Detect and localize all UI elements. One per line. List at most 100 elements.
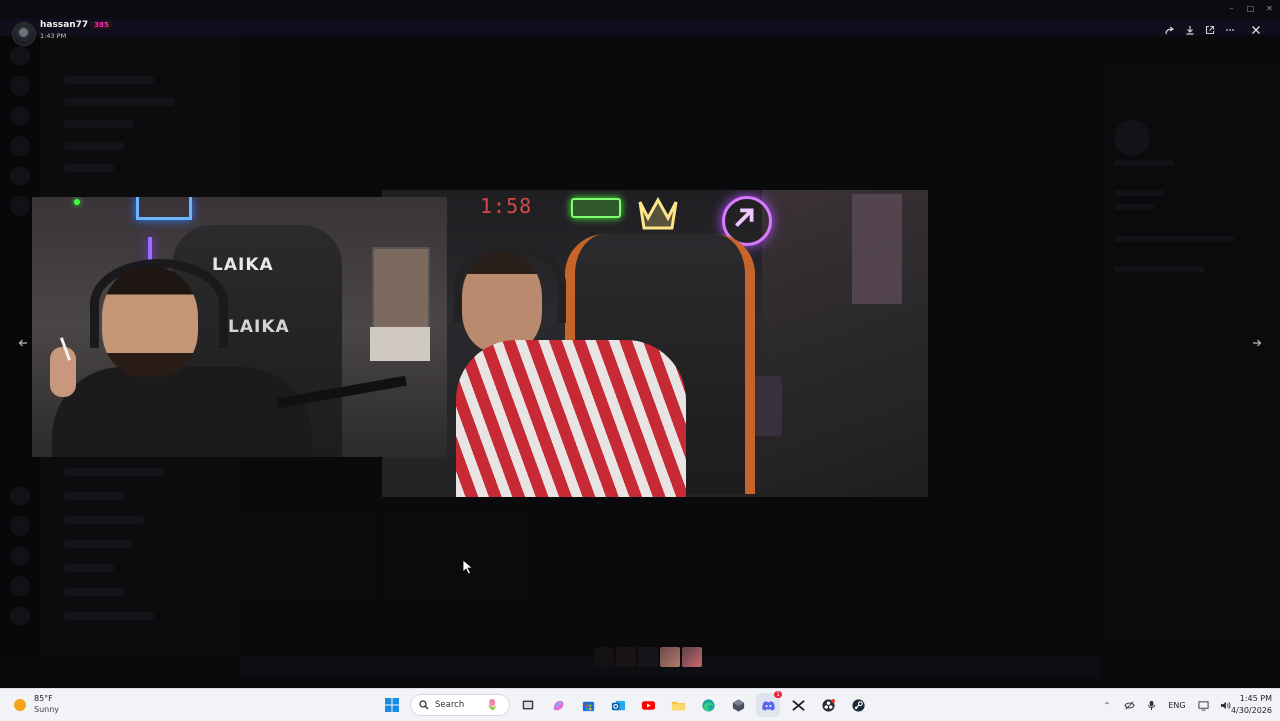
microphone-icon[interactable] xyxy=(1140,695,1162,715)
neon-crown-icon xyxy=(638,196,678,230)
search-label: Search xyxy=(435,700,465,710)
system-tray: ⌃ ENG xyxy=(1096,689,1236,721)
message-timestamp: 1:43 PM xyxy=(40,32,67,40)
taskbar-search[interactable]: Search 🌷 xyxy=(410,694,510,716)
background-attachment xyxy=(386,510,526,602)
arrow-up-right-icon xyxy=(735,208,754,227)
sun-icon xyxy=(14,699,26,711)
minimize-icon[interactable]: – xyxy=(1222,2,1241,14)
author-username[interactable]: hassan77 385 xyxy=(40,20,112,30)
search-icon xyxy=(419,700,429,710)
open-in-browser-button[interactable] xyxy=(1200,20,1220,40)
channel-placeholder xyxy=(64,612,154,620)
arrow-right-icon xyxy=(1253,339,1262,347)
weather-temperature: 85°F xyxy=(34,694,53,703)
filmstrip-thumb[interactable] xyxy=(682,647,702,667)
edge-button[interactable] xyxy=(696,693,720,717)
youtube-button[interactable] xyxy=(636,693,660,717)
media-image[interactable]: 1:58 LAIKA LAIKA xyxy=(32,190,928,498)
server-icon xyxy=(10,46,30,66)
weather-condition: Sunny xyxy=(34,705,60,714)
input-language[interactable]: ENG xyxy=(1162,701,1192,710)
share-arrow-icon xyxy=(1165,26,1175,35)
cube-icon xyxy=(732,698,744,712)
forward-button[interactable] xyxy=(1160,20,1180,40)
profile-line xyxy=(1114,204,1154,210)
avatar[interactable] xyxy=(12,22,36,46)
server-icon xyxy=(10,196,30,216)
outlook-button[interactable] xyxy=(606,693,630,717)
eye-off-icon xyxy=(1123,701,1135,709)
open-in-browser-icon xyxy=(1205,25,1215,35)
discord-button[interactable]: 1 xyxy=(756,691,782,717)
streamer-shirt xyxy=(52,367,312,457)
filmstrip-thumb[interactable] xyxy=(638,647,658,667)
profile-line xyxy=(1114,160,1174,166)
filmstrip-thumb-active[interactable] xyxy=(660,647,680,667)
mic-glyph-icon xyxy=(1147,700,1155,710)
channel-placeholder xyxy=(64,540,134,548)
door xyxy=(852,194,902,304)
streamer-face xyxy=(462,252,542,352)
more-options-button[interactable] xyxy=(1220,20,1240,40)
capcut-icon xyxy=(791,699,805,711)
channel-placeholder xyxy=(64,120,134,128)
obs-button[interactable] xyxy=(816,693,840,717)
edge-icon xyxy=(701,698,715,712)
background-attachment xyxy=(240,510,380,602)
user-badge: 385 xyxy=(91,21,112,29)
profile-avatar xyxy=(1114,120,1150,156)
previous-media-button[interactable] xyxy=(14,334,32,352)
maximize-icon[interactable]: □ xyxy=(1241,2,1260,14)
server-icon xyxy=(10,606,30,626)
outlook-icon xyxy=(611,700,625,710)
copilot-button[interactable] xyxy=(546,693,570,717)
neon-sign-green xyxy=(571,198,621,218)
close-icon xyxy=(1252,26,1260,34)
chair-brand-text: LAIKA xyxy=(228,317,290,337)
discord-icon xyxy=(761,700,775,710)
channel-placeholder xyxy=(64,564,114,572)
network-icon[interactable] xyxy=(1192,695,1214,715)
task-view-button[interactable] xyxy=(516,693,540,717)
channel-placeholder xyxy=(64,142,124,150)
clock-time: 1:45 PM xyxy=(1239,694,1272,703)
more-options-icon xyxy=(1226,29,1234,31)
window-close-icon[interactable]: ✕ xyxy=(1260,2,1279,14)
steam-button[interactable] xyxy=(846,693,870,717)
profile-line xyxy=(1114,266,1204,272)
download-button[interactable] xyxy=(1180,20,1200,40)
profile-line xyxy=(1114,236,1234,242)
green-light xyxy=(74,199,80,205)
filmstrip-thumb[interactable] xyxy=(616,647,636,667)
streamer-face xyxy=(102,267,198,377)
hidden-eye-icon[interactable] xyxy=(1118,695,1140,715)
app-button[interactable] xyxy=(726,693,750,717)
mouse-cursor-icon xyxy=(462,559,474,575)
capcut-button[interactable] xyxy=(786,693,810,717)
store-icon xyxy=(582,701,594,711)
server-icon xyxy=(10,76,30,96)
server-icon xyxy=(10,486,30,506)
stream-timer: 1:58 xyxy=(480,194,533,218)
room-background xyxy=(762,190,928,497)
file-explorer-button[interactable] xyxy=(666,693,690,717)
store-button[interactable] xyxy=(576,693,600,717)
background-banner xyxy=(0,18,1280,36)
filmstrip-thumb[interactable] xyxy=(594,647,614,667)
profile-line xyxy=(1114,190,1164,196)
window-controls: – □ ✕ xyxy=(1222,2,1279,14)
server-icon xyxy=(10,546,30,566)
channel-placeholder xyxy=(64,76,154,84)
background-titlebar xyxy=(0,0,1280,18)
taskbar-apps: Search 🌷 1 xyxy=(380,691,870,717)
close-viewer-button[interactable] xyxy=(1246,20,1266,40)
hand xyxy=(50,347,76,397)
youtube-icon xyxy=(641,700,655,710)
next-media-button[interactable] xyxy=(1248,334,1266,352)
system-clock[interactable]: 1:45 PM 4/30/2026 xyxy=(1222,693,1272,717)
start-button[interactable] xyxy=(380,693,404,717)
chevron-up-icon[interactable]: ⌃ xyxy=(1096,695,1118,715)
channel-placeholder xyxy=(64,588,124,596)
channel-placeholder xyxy=(64,98,174,106)
